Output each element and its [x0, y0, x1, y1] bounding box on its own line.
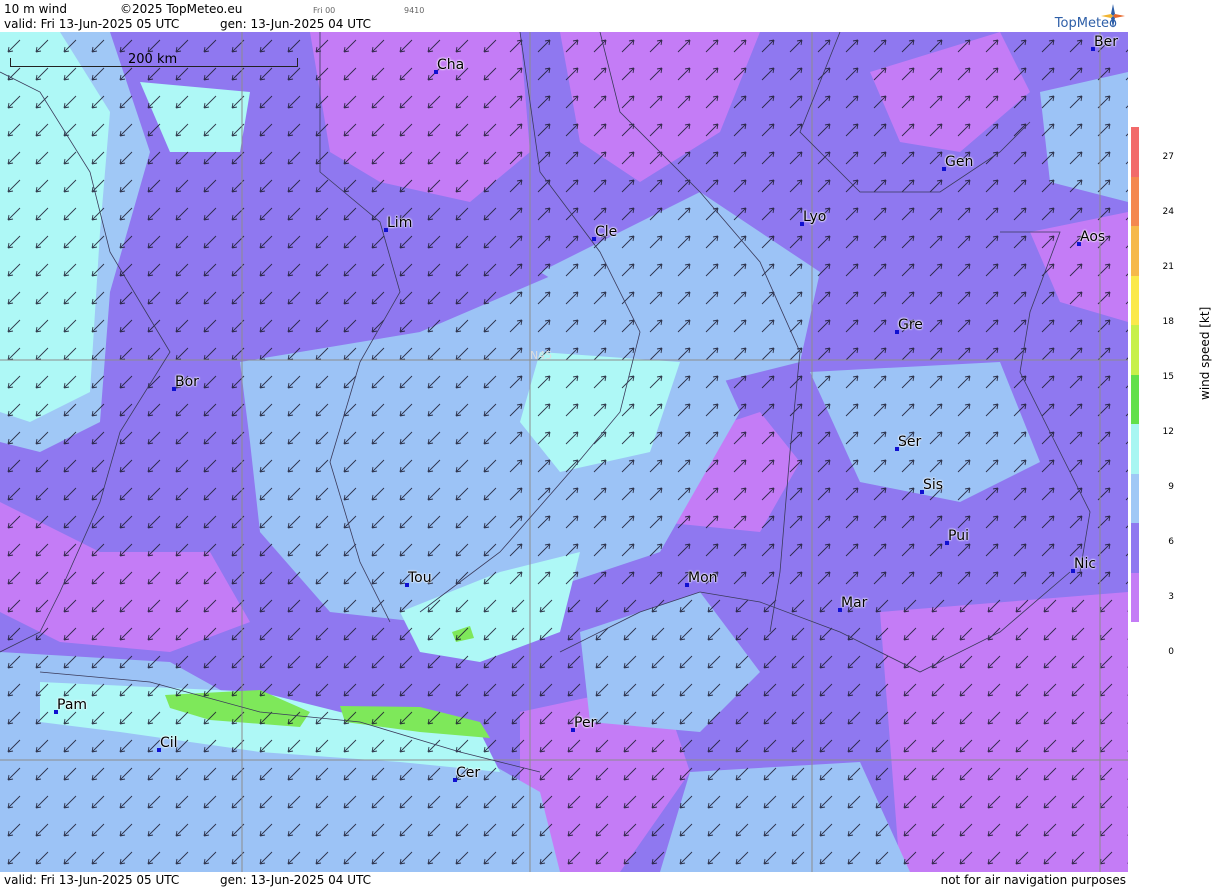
scale-label: 200 km [128, 52, 178, 67]
latitude-label: N45 [530, 349, 553, 362]
tick-15: 15 [1162, 372, 1174, 382]
legend: 27 24 21 18 15 12 9 6 3 0 wind speed [kt… [1128, 0, 1219, 887]
copyright: ©2025 TopMeteo.eu [120, 2, 243, 16]
product-title: 10 m wind [4, 2, 67, 16]
tick-3: 3 [1168, 592, 1174, 602]
logo-text: TopMeteo [1054, 16, 1117, 31]
colorbar-segment [1131, 325, 1139, 375]
colorbar-segment [1131, 473, 1139, 523]
colorbar-segment [1131, 523, 1139, 573]
colorbar-segment [1131, 424, 1139, 474]
disclaimer: not for air navigation purposes [940, 873, 1126, 887]
header: 10 m wind ©2025 TopMeteo.eu Fri 00 9410 … [0, 0, 1128, 32]
topmeteo-logo[interactable]: TopMeteo [1035, 2, 1127, 32]
valid-time: valid: Fri 13-Jun-2025 05 UTC [4, 17, 180, 31]
tick-12: 12 [1162, 427, 1174, 437]
tick-21: 21 [1162, 262, 1174, 272]
day-code: Fri 00 [313, 6, 336, 15]
colorbar-segment [1131, 176, 1139, 226]
footer: valid: Fri 13-Jun-2025 05 UTC gen: 13-Ju… [0, 872, 1128, 887]
colorbar-segment [1131, 275, 1139, 325]
colorbar-segment [1131, 374, 1139, 424]
run-code: 9410 [404, 6, 425, 15]
generated-time: gen: 13-Jun-2025 04 UTC [220, 17, 372, 31]
tick-27: 27 [1162, 152, 1174, 162]
colorbar-segment [1131, 572, 1139, 622]
tick-24: 24 [1162, 207, 1174, 217]
colorbar [1131, 127, 1139, 622]
colorbar-segment [1131, 127, 1139, 177]
legend-unit-label: wind speed [kt] [1198, 306, 1212, 400]
tick-9: 9 [1168, 482, 1174, 492]
tick-0: 0 [1168, 647, 1174, 657]
footer-valid-time: valid: Fri 13-Jun-2025 05 UTC [4, 873, 180, 887]
tick-18: 18 [1162, 317, 1174, 327]
wind-map[interactable]: 200 km N45 Ber Cha Gen Lim Cle Lyo Aos G… [0, 32, 1128, 872]
scale-bar: 200 km [10, 52, 298, 68]
colorbar-segment [1131, 226, 1139, 276]
footer-generated-time: gen: 13-Jun-2025 04 UTC [220, 873, 372, 887]
tick-6: 6 [1168, 537, 1174, 547]
